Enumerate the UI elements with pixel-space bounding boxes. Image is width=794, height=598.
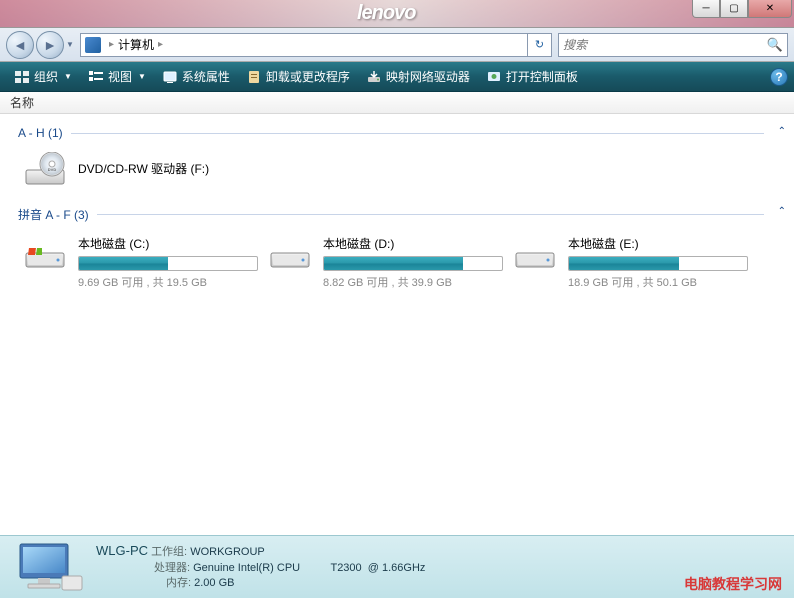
close-button[interactable]: ✕ <box>748 0 792 18</box>
drive-usage-bar <box>323 256 503 271</box>
map-drive-label: 映射网络驱动器 <box>386 68 470 85</box>
window-controls: ─ ▢ ✕ <box>692 0 792 18</box>
organize-icon <box>14 69 30 85</box>
group-title: A - H (1) <box>18 126 63 140</box>
lenovo-logo: lenovo <box>357 2 415 25</box>
group-header-ah[interactable]: A - H (1) ⌃ <box>10 120 764 144</box>
view-icon <box>88 69 104 85</box>
toolbar: 组织 ▼ 视图 ▼ 系统属性 卸载或更改程序 映射网络驱动器 打开控制面板 ? <box>0 62 794 92</box>
search-icon[interactable]: 🔍 <box>767 37 783 53</box>
drive-row: 本地磁盘 (C:) 9.69 GB 可用 , 共 19.5 GB 本地磁盘 (D… <box>10 227 764 302</box>
refresh-button[interactable]: ↻ <box>528 33 552 57</box>
drive-name: 本地磁盘 (C:) <box>78 235 259 252</box>
svg-text:DVD: DVD <box>48 167 57 172</box>
local-disk-c[interactable]: 本地磁盘 (C:) 9.69 GB 可用 , 共 19.5 GB <box>18 231 263 294</box>
address-bar[interactable]: ▸ 计算机 ▸ <box>80 33 528 57</box>
group-title: 拼音 A - F (3) <box>18 206 89 223</box>
cpu-value: Genuine Intel(R) CPU T2300 @ 1.66GHz <box>193 562 425 574</box>
details-pane: WLG-PC 工作组: WORKGROUP 处理器: Genuine Intel… <box>0 535 794 598</box>
drive-name: 本地磁盘 (E:) <box>568 235 749 252</box>
breadcrumb-arrow-icon: ▸ <box>158 39 163 50</box>
computer-name: WLG-PC <box>96 543 148 558</box>
computer-icon <box>85 37 101 53</box>
dropdown-arrow-icon: ▼ <box>64 72 72 81</box>
breadcrumb-item[interactable]: 计算机 <box>118 36 154 53</box>
forward-button[interactable]: ► <box>36 31 64 59</box>
uninstall-icon <box>246 69 262 85</box>
column-name: 名称 <box>10 94 34 111</box>
drive-row: DVD DVD/CD-RW 驱动器 (F:) <box>10 144 764 200</box>
maximize-button[interactable]: ▢ <box>720 0 748 18</box>
properties-label: 系统属性 <box>182 68 230 85</box>
dvd-drive-icon: DVD <box>22 152 68 188</box>
details-text: WLG-PC 工作组: WORKGROUP 处理器: Genuine Intel… <box>96 542 784 591</box>
uninstall-label: 卸载或更改程序 <box>266 68 350 85</box>
view-label: 视图 <box>108 68 132 85</box>
control-panel-button[interactable]: 打开控制面板 <box>478 65 586 88</box>
organize-label: 组织 <box>34 68 58 85</box>
dropdown-arrow-icon: ▼ <box>138 72 146 81</box>
organize-button[interactable]: 组织 ▼ <box>6 65 80 88</box>
search-input[interactable] <box>563 38 767 52</box>
system-drive-icon <box>22 235 68 271</box>
workgroup-label: 工作组: <box>151 546 187 558</box>
cpu-label: 处理器: <box>154 562 190 574</box>
history-dropdown[interactable]: ▼ <box>64 35 76 55</box>
drive-usage-bar <box>78 256 258 271</box>
map-drive-button[interactable]: 映射网络驱动器 <box>358 65 478 88</box>
dvd-drive-item[interactable]: DVD DVD/CD-RW 驱动器 (F:) <box>18 148 213 192</box>
search-box[interactable]: 🔍 <box>558 33 788 57</box>
drive-name: DVD/CD-RW 驱动器 (F:) <box>78 160 209 177</box>
mem-value: 2.00 GB <box>194 577 234 589</box>
column-header[interactable]: 名称 <box>0 92 794 114</box>
system-properties-button[interactable]: 系统属性 <box>154 65 238 88</box>
hdd-icon <box>267 235 313 271</box>
view-button[interactable]: 视图 ▼ <box>80 65 154 88</box>
local-disk-e[interactable]: 本地磁盘 (E:) 18.9 GB 可用 , 共 50.1 GB <box>508 231 753 294</box>
uninstall-button[interactable]: 卸载或更改程序 <box>238 65 358 88</box>
back-button[interactable]: ◄ <box>6 31 34 59</box>
breadcrumb-arrow-icon: ▸ <box>109 39 114 50</box>
help-button[interactable]: ? <box>770 68 788 86</box>
hdd-icon <box>512 235 558 271</box>
mem-label: 内存: <box>166 577 191 589</box>
watermark: 电脑教程学习网 <box>684 574 782 594</box>
local-disk-d[interactable]: 本地磁盘 (D:) 8.82 GB 可用 , 共 39.9 GB <box>263 231 508 294</box>
drive-usage-bar <box>568 256 748 271</box>
collapse-icon[interactable]: ⌃ <box>778 206 786 217</box>
workgroup-value: WORKGROUP <box>190 546 265 558</box>
group-header-pinyin[interactable]: 拼音 A - F (3) ⌃ <box>10 200 764 227</box>
computer-large-icon <box>10 540 84 594</box>
nav-history-buttons: ◄ ► ▼ <box>6 31 76 59</box>
drive-name: 本地磁盘 (D:) <box>323 235 504 252</box>
drive-stats: 8.82 GB 可用 , 共 39.9 GB <box>323 274 504 290</box>
drive-stats: 18.9 GB 可用 , 共 50.1 GB <box>568 274 749 290</box>
map-drive-icon <box>366 69 382 85</box>
content-area: A - H (1) ⌃ DVD DVD/CD-RW 驱动器 ( <box>0 114 794 535</box>
control-panel-label: 打开控制面板 <box>506 68 578 85</box>
properties-icon <box>162 69 178 85</box>
drive-stats: 9.69 GB 可用 , 共 19.5 GB <box>78 274 259 290</box>
control-panel-icon <box>486 69 502 85</box>
collapse-icon[interactable]: ⌃ <box>778 126 786 137</box>
minimize-button[interactable]: ─ <box>692 0 720 18</box>
titlebar: lenovo ─ ▢ ✕ <box>0 0 794 28</box>
navigation-bar: ◄ ► ▼ ▸ 计算机 ▸ ↻ 🔍 <box>0 28 794 62</box>
